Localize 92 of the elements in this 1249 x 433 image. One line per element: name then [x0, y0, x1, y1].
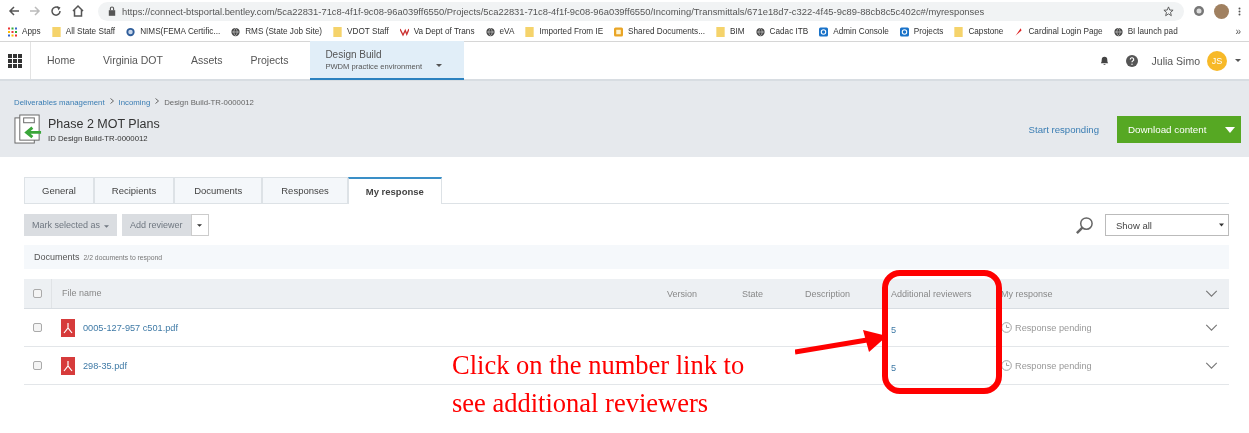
- caret-icon[interactable]: [1235, 59, 1241, 62]
- bookmark-item[interactable]: Imported From IE: [525, 26, 604, 37]
- chevron-down-icon[interactable]: [1205, 324, 1218, 331]
- bookmark-item[interactable]: Shared Documents...: [614, 26, 705, 37]
- bookmark-item[interactable]: Admin Console: [819, 26, 889, 37]
- select-all-checkbox[interactable]: [33, 289, 42, 298]
- search-icon[interactable]: [1075, 215, 1094, 235]
- lock-icon: [108, 6, 116, 16]
- file-link[interactable]: 0005-127-957 c501.pdf: [83, 322, 178, 333]
- chevron-down-icon[interactable]: [1205, 362, 1218, 369]
- document-icon: [614, 26, 624, 37]
- nav-link[interactable]: Virginia DOT: [89, 42, 177, 79]
- v-logo-icon: [399, 26, 409, 37]
- column-header: File name: [51, 279, 655, 308]
- clock-icon: [1001, 360, 1012, 371]
- reviewer-count-link[interactable]: 5: [891, 324, 897, 335]
- bookmark-item[interactable]: BIM: [716, 26, 745, 37]
- transmittal-title: Phase 2 MOT Plans: [48, 116, 160, 131]
- bookmark-item[interactable]: All State Staff: [51, 26, 116, 37]
- folder-icon: [954, 26, 964, 37]
- column-header: My response: [1000, 288, 1054, 299]
- row-checkbox[interactable]: [33, 323, 42, 332]
- bookmark-item[interactable]: eVA: [485, 26, 515, 37]
- clock-icon: [1001, 322, 1012, 333]
- bookmark-item[interactable]: Cardinal Login Page: [1014, 26, 1103, 37]
- circle-square-icon: [819, 26, 829, 37]
- response-status: Response pending: [1015, 360, 1092, 371]
- address-bar[interactable]: https://connect-btsportal.bentley.com/5ca22831-71c8-4f1f-9c08-96a039ff6550/Projects/5ca22831-71c8-4f1f-9c08-96a039ff6550/Incoming/Transmittals/671e18d7-c322-4f45-9c89-88cb8c5c402c#/myresponses: [98, 1, 1184, 21]
- more-bookmarks-icon[interactable]: »: [1235, 26, 1241, 37]
- reviewer-count-link[interactable]: 5: [891, 362, 897, 373]
- tab[interactable]: My response: [347, 177, 442, 204]
- folder-icon: [716, 26, 725, 37]
- bookmark-item[interactable]: BI launch pad: [1113, 26, 1178, 37]
- bookmark-item[interactable]: Va Dept of Trans: [399, 26, 475, 37]
- user-name[interactable]: Julia Simo: [1151, 54, 1200, 67]
- bell-icon[interactable]: [1098, 55, 1110, 66]
- help-icon[interactable]: [1125, 54, 1138, 67]
- back-icon[interactable]: [8, 5, 20, 17]
- tab[interactable]: Documents: [174, 177, 263, 203]
- caret-icon: [436, 63, 443, 67]
- app-grid-icon[interactable]: [8, 53, 22, 68]
- folder-icon: [51, 26, 61, 37]
- incoming-document-icon: [14, 114, 43, 145]
- nav-link[interactable]: Assets: [176, 42, 237, 79]
- home-icon[interactable]: [71, 4, 85, 18]
- chevron-down-icon[interactable]: [1205, 290, 1218, 297]
- dropdown-toggle[interactable]: [190, 214, 209, 236]
- start-responding-link[interactable]: Start responding: [1028, 124, 1099, 135]
- chevron-right-icon: [155, 98, 160, 104]
- profile-avatar[interactable]: [1214, 3, 1229, 19]
- caret-icon: [197, 223, 203, 227]
- tab[interactable]: General: [24, 177, 94, 203]
- globe-icon: [1113, 26, 1123, 37]
- feather-icon: [1014, 26, 1024, 37]
- star-icon[interactable]: [1163, 5, 1174, 17]
- nav-link[interactable]: Home: [30, 42, 89, 79]
- url-text: https://connect-btsportal.bentley.com/5ca22831-71c8-4f1f-9c08-96a039ff6550/Projects/5ca22831-71c8-4f1f-9c08-96a039ff6550/Incoming/Transmittals/671e18d7-c322-4f45-9c89-88cb8c5c402c#/myresponses: [122, 5, 986, 17]
- folder-icon: [525, 26, 535, 37]
- file-link[interactable]: 298-35.pdf: [83, 360, 127, 371]
- column-header: Version: [666, 288, 699, 299]
- caret-icon: [1219, 223, 1224, 227]
- globe-icon: [485, 26, 495, 37]
- menu-icon[interactable]: [1238, 5, 1241, 17]
- bookmark-item[interactable]: NIMS(FEMA Certific...: [126, 26, 221, 37]
- reload-icon[interactable]: [50, 5, 62, 17]
- chevron-right-icon: [109, 98, 114, 104]
- bookmark-item[interactable]: Apps: [8, 26, 41, 37]
- annotation-text: Click on the number link to see additional reviewers: [452, 349, 746, 420]
- column-header: State: [741, 288, 764, 299]
- bookmark-item[interactable]: Capstone: [954, 26, 1004, 37]
- nav-link[interactable]: Projects: [236, 42, 303, 79]
- column-header: Additional reviewers: [890, 288, 973, 299]
- bookmark-item[interactable]: Cadac ITB: [755, 26, 809, 37]
- folder-icon: [333, 26, 343, 37]
- row-checkbox[interactable]: [33, 361, 42, 370]
- circle-square-icon: [899, 26, 909, 37]
- bookmark-item[interactable]: VDOT Staff: [333, 26, 389, 37]
- globe-icon: [231, 26, 241, 37]
- seal-icon: [126, 26, 136, 37]
- column-header: Description: [804, 288, 852, 299]
- tab[interactable]: Recipients: [93, 177, 175, 203]
- pdf-file-icon: [61, 356, 75, 375]
- bookmark-item[interactable]: RMS (State Job Site): [231, 26, 323, 37]
- bookmark-item[interactable]: Projects: [899, 26, 944, 37]
- response-status: Response pending: [1015, 322, 1092, 333]
- extension-icon[interactable]: [1193, 5, 1205, 17]
- filter-dropdown[interactable]: Show all: [1105, 214, 1229, 236]
- apps-grid-icon: [8, 26, 17, 37]
- caret-icon: [104, 225, 110, 228]
- pdf-file-icon: [61, 318, 75, 337]
- tab[interactable]: Responses: [262, 177, 348, 203]
- globe-icon: [755, 26, 765, 37]
